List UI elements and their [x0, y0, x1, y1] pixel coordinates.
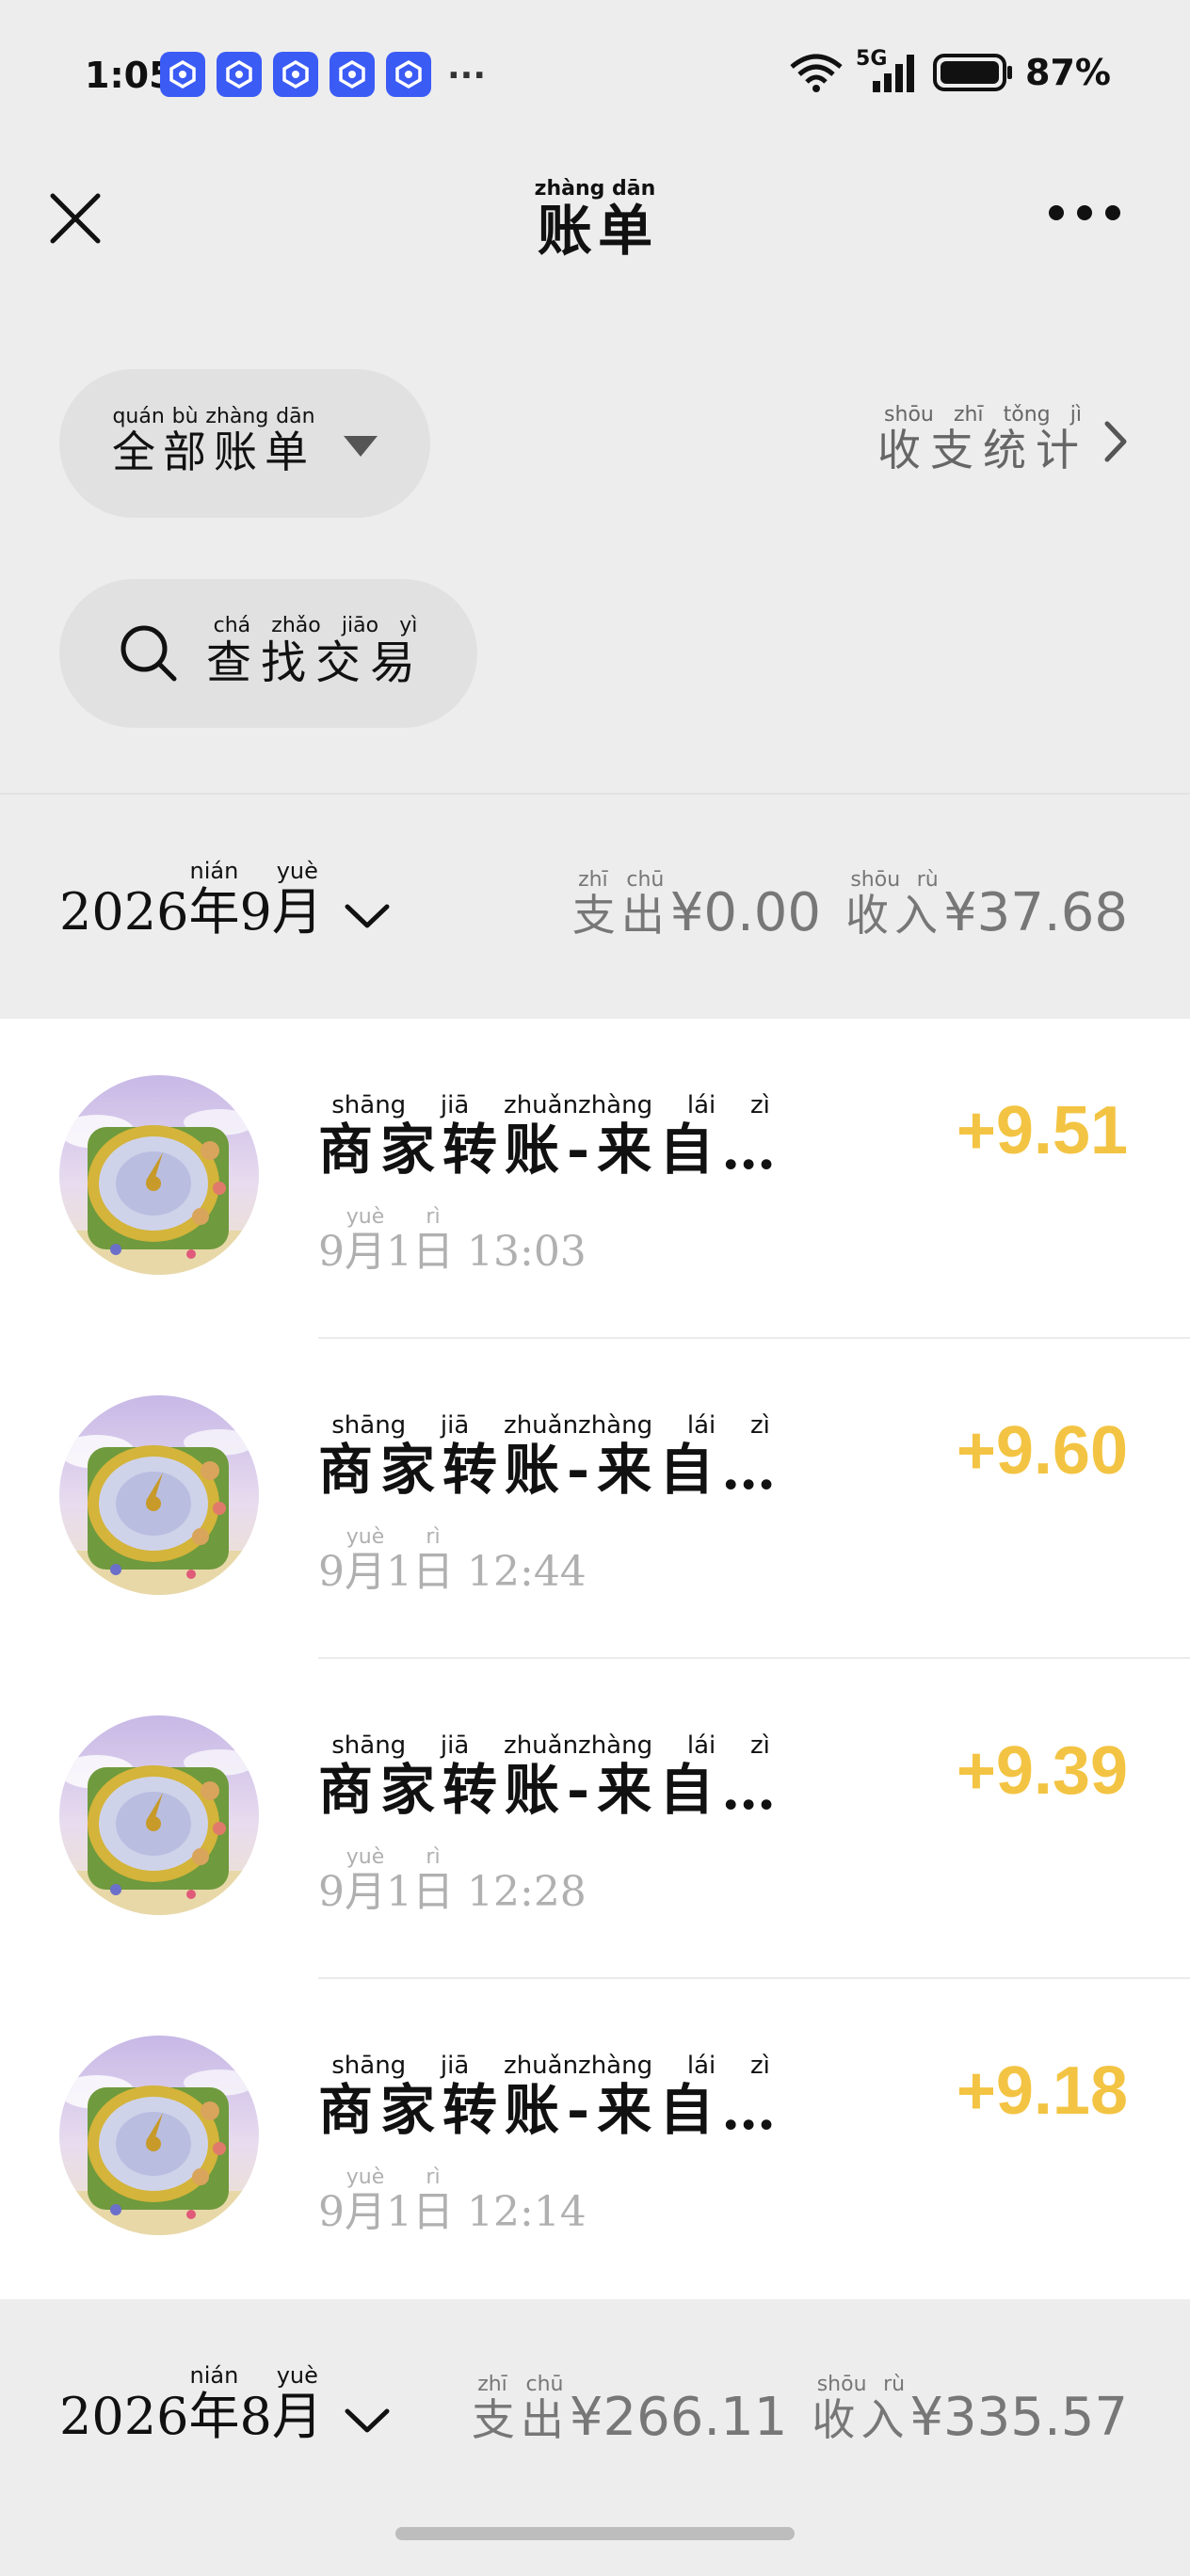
transaction-date: 9月yuè1日rì 12:14: [318, 2165, 587, 2236]
transaction-date: 9月yuè1日rì 12:28: [318, 1845, 587, 1916]
month-header: 2026年nián8月yuè 支出zhī chū¥266.11 收入shōu r…: [0, 2299, 1190, 2525]
month-year: 2026年nián8月yuè: [59, 2362, 323, 2446]
app-notification-icon: [217, 52, 262, 97]
list-item[interactable]: 商家转账-来自…shāng jiā zhuǎnzhàng lái zì 9月yu…: [0, 1019, 1190, 1339]
income-expense-stats-link[interactable]: 收支统计shōu zhī tǒng jì: [877, 403, 1130, 478]
month-summary: 支出zhī chū¥266.11 收入shōu rù¥335.57: [471, 2373, 1128, 2448]
list-item[interactable]: 商家转账-来自…shāng jiā zhuǎnzhàng lái zì 9月yu…: [0, 1979, 1190, 2299]
notification-icons: [160, 52, 431, 97]
transaction-amount: +9.39: [956, 1733, 1128, 1809]
transaction-title: 商家转账-来自…shāng jiā zhuǎnzhàng lái zì: [318, 1731, 784, 1822]
search-icon: [121, 625, 177, 682]
transaction-title: 商家转账-来自…shāng jiā zhuǎnzhàng lái zì: [318, 1091, 784, 1182]
income-amount: ¥335.57: [909, 2387, 1128, 2448]
page-title: 账单zhàng dān: [534, 177, 656, 263]
expense-amount: ¥0.00: [669, 882, 822, 943]
list-item[interactable]: 商家转账-来自…shāng jiā zhuǎnzhàng lái zì 9月yu…: [0, 1659, 1190, 1979]
battery-icon: [933, 54, 1013, 91]
app-notification-icon: [386, 52, 431, 97]
app-notification-icon: [330, 52, 375, 97]
transaction-amount: +9.18: [956, 2053, 1128, 2129]
month-selector[interactable]: 2026年nián9月yuè: [59, 858, 391, 944]
chevron-down-icon: [345, 904, 390, 928]
status-bar: 1:05 ··· 5G 87%: [0, 0, 1190, 151]
stats-label: 收支统计shōu zhī tǒng jì: [877, 403, 1088, 475]
list-item[interactable]: 商家转账-来自…shāng jiā zhuǎnzhàng lái zì 9月yu…: [0, 1339, 1190, 1659]
chevron-right-icon: [1104, 421, 1127, 462]
transaction-date: 9月yuè1日rì 12:44: [318, 1525, 587, 1596]
more-notifications-icon: ···: [447, 56, 487, 95]
income-amount: ¥37.68: [943, 882, 1128, 943]
month-summary: 支出zhī chū¥0.00 收入shōu rù¥37.68: [571, 868, 1128, 943]
merchant-avatar: [59, 1715, 259, 1915]
transaction-title: 商家转账-来自…shāng jiā zhuǎnzhàng lái zì: [318, 1411, 784, 1502]
transaction-amount: +9.60: [956, 1413, 1128, 1489]
expense-amount: ¥266.11: [569, 2387, 788, 2448]
battery-percent: 87%: [1025, 52, 1111, 93]
search-transactions-button[interactable]: 查找交易chá zhǎo jiāo yì: [59, 579, 477, 728]
merchant-avatar: [59, 2036, 259, 2235]
transaction-amount: +9.51: [956, 1093, 1128, 1168]
caret-down-icon: [344, 436, 378, 457]
filter-label: 全部账单quán bù zhàng dān: [112, 405, 315, 477]
month-year: 2026年nián9月yuè: [59, 858, 323, 942]
home-indicator[interactable]: [395, 2527, 795, 2540]
merchant-avatar: [59, 1395, 259, 1595]
month-selector[interactable]: 2026年nián8月yuè: [59, 2362, 391, 2449]
month-header: 2026年nián9月yuè 支出zhī chū¥0.00 收入shōu rù¥…: [0, 793, 1190, 1021]
system-indicators: 5G 87%: [788, 47, 1111, 94]
transaction-title: 商家转账-来自…shāng jiā zhuǎnzhàng lái zì: [318, 2052, 784, 2142]
app-notification-icon: [160, 52, 205, 97]
cellular-signal-icon: 5G: [856, 47, 922, 94]
merchant-avatar: [59, 1075, 259, 1275]
more-options-icon[interactable]: [1049, 205, 1120, 220]
app-notification-icon: [273, 52, 318, 97]
transaction-list: 商家转账-来自…shāng jiā zhuǎnzhàng lái zì 9月yu…: [0, 1019, 1190, 2299]
chevron-down-icon: [345, 2408, 390, 2433]
bill-filter-dropdown[interactable]: 全部账单quán bù zhàng dān: [59, 369, 430, 518]
wifi-icon: [790, 54, 843, 92]
search-label: 查找交易chá zhǎo jiāo yì: [206, 614, 426, 689]
transaction-date: 9月yuè1日rì 13:03: [318, 1205, 587, 1276]
